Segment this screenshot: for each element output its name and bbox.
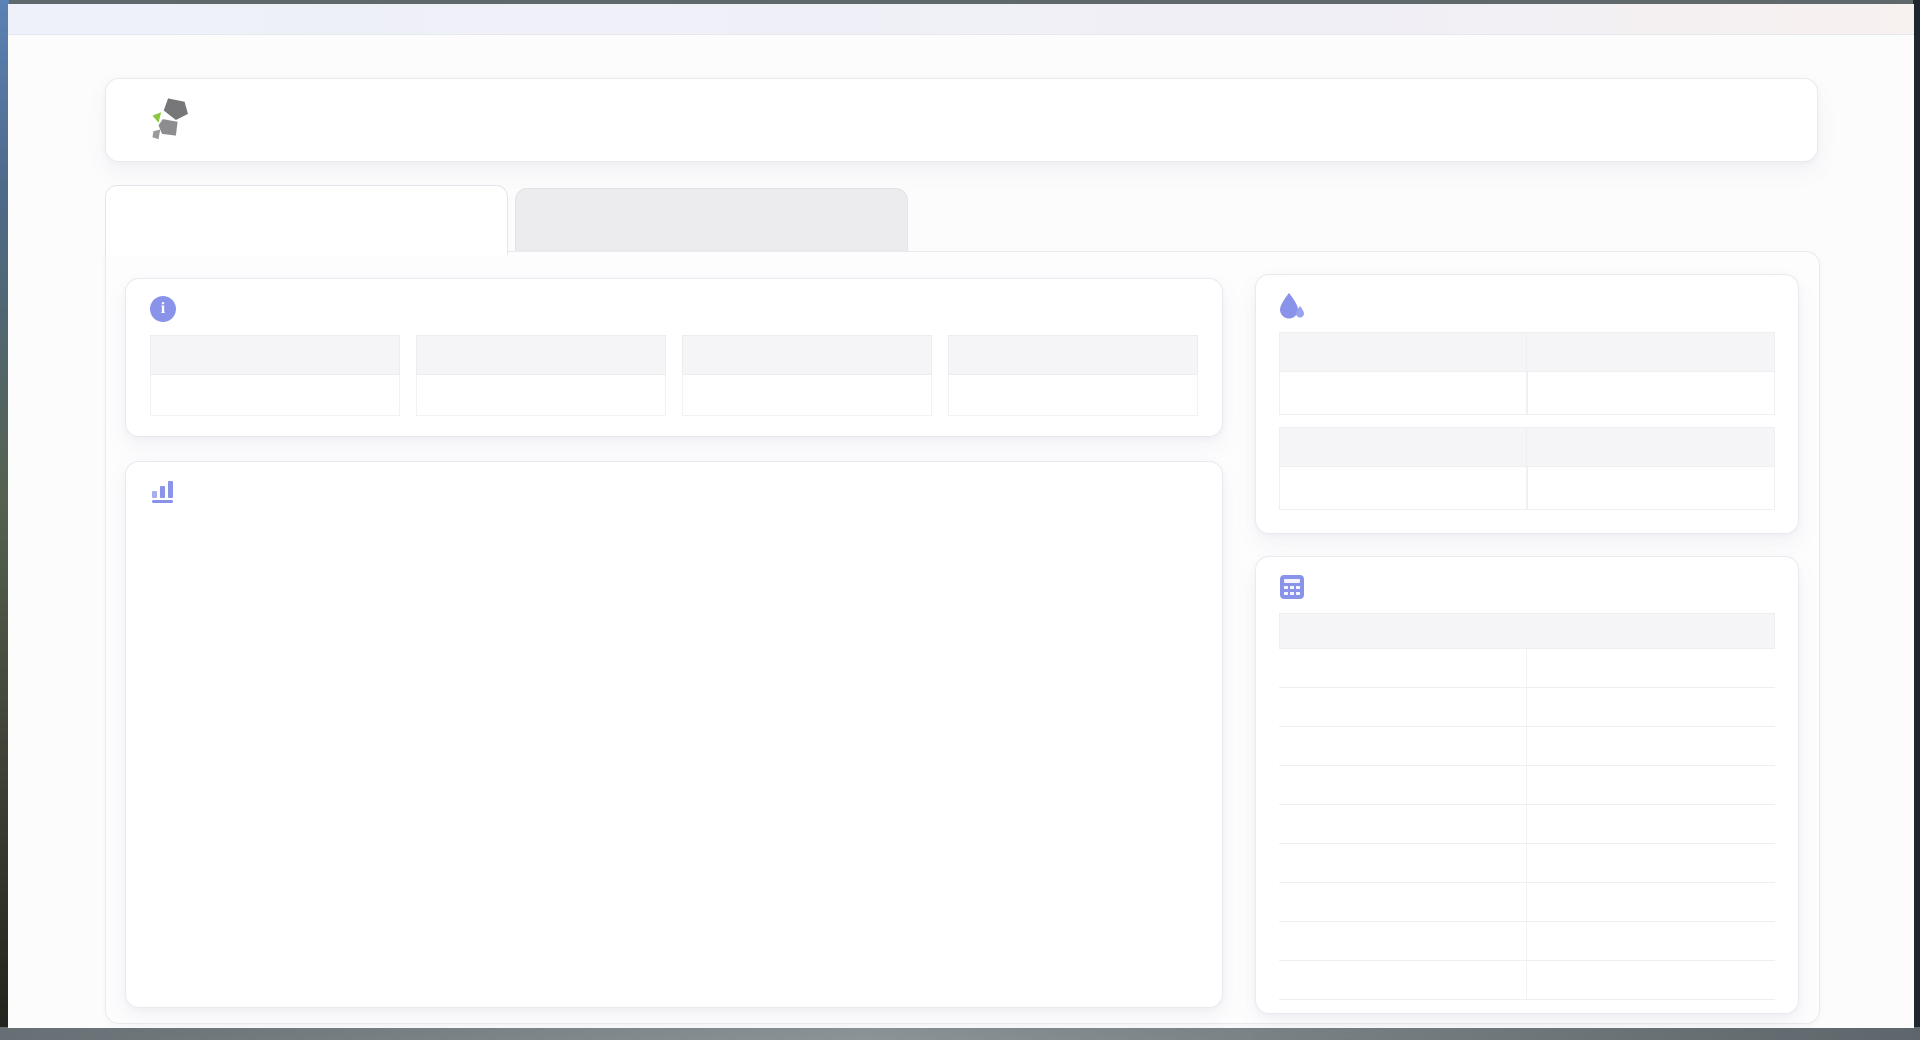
info-icon: i (150, 296, 176, 322)
hematocrit-value (948, 375, 1198, 416)
window-titlebar (8, 4, 1914, 35)
patient-cell (1527, 688, 1775, 726)
file-info-card: i (125, 278, 1223, 437)
patient-column-header (1527, 614, 1774, 648)
tab-result[interactable] (105, 185, 508, 255)
table-row-highlighted (1279, 883, 1775, 922)
shear-cell (1279, 766, 1527, 804)
table-row (1279, 922, 1775, 961)
patient-cell (1527, 649, 1775, 687)
shear-cell (1279, 883, 1527, 921)
calculator-icon (1280, 575, 1304, 599)
blood-drops-icon (1280, 293, 1304, 319)
table-row (1279, 844, 1775, 883)
todi-header (1279, 427, 1527, 467)
diastolic-header (1527, 332, 1775, 372)
ubiosis-logo (149, 97, 209, 143)
column-header (416, 335, 666, 375)
app-window: i (8, 4, 1914, 1028)
shear-cell (1279, 688, 1527, 726)
header-card (105, 78, 1818, 162)
shear-cell (1279, 727, 1527, 765)
column-header (150, 335, 400, 375)
todi-value (1279, 467, 1527, 510)
desktop-edge-bottom (0, 1027, 1920, 1040)
file-info-table (150, 335, 1198, 416)
odi-value (1527, 467, 1775, 510)
viscosity-shear-chart (136, 518, 1216, 1000)
table-header-row (1279, 613, 1775, 649)
odi-header (1527, 427, 1775, 467)
file-info-col-patient-id (682, 335, 932, 416)
table-row (1279, 805, 1775, 844)
viscosity-graph-card (125, 461, 1223, 1008)
patient-cell (1527, 844, 1775, 882)
table-row (1279, 649, 1775, 688)
patient-id-value (682, 375, 932, 416)
table-row-highlighted (1279, 688, 1775, 727)
table-row (1279, 961, 1775, 1000)
shear-cell (1279, 922, 1527, 960)
shear-viscosity-table (1279, 613, 1775, 1000)
scanning-date-value (150, 375, 400, 416)
diastolic-value (1527, 372, 1775, 415)
patient-cell (1527, 805, 1775, 843)
column-header (948, 335, 1198, 375)
file-info-col-hematocrit (948, 335, 1198, 416)
bar-chart-icon (152, 481, 173, 503)
patient-cell (1527, 961, 1775, 999)
shear-cell (1279, 844, 1527, 882)
systolic-header (1279, 332, 1527, 372)
patient-cell (1527, 922, 1775, 960)
desktop-edge-right (1913, 0, 1920, 1040)
shear-viscosity-card (1255, 556, 1799, 1014)
assembly-value (416, 375, 666, 416)
patient-cell (1527, 766, 1775, 804)
shear-cell (1279, 961, 1527, 999)
table-row (1279, 727, 1775, 766)
shear-rate-column-header (1280, 614, 1527, 648)
tab-raw-data[interactable] (515, 188, 908, 252)
systolic-value (1279, 372, 1527, 415)
shear-cell (1279, 805, 1527, 843)
patient-cell (1527, 727, 1775, 765)
shear-cell (1279, 649, 1527, 687)
file-info-col-assembly (416, 335, 666, 416)
todi-odi-headers (1279, 427, 1775, 510)
systolic-diastolic-headers (1279, 332, 1775, 415)
table-row (1279, 766, 1775, 805)
file-info-col-scanning-date (150, 335, 400, 416)
column-header (682, 335, 932, 375)
patient-cell (1527, 883, 1775, 921)
blood-viscosity-card (1255, 274, 1799, 534)
ubiosis-logo-icon (152, 98, 188, 140)
